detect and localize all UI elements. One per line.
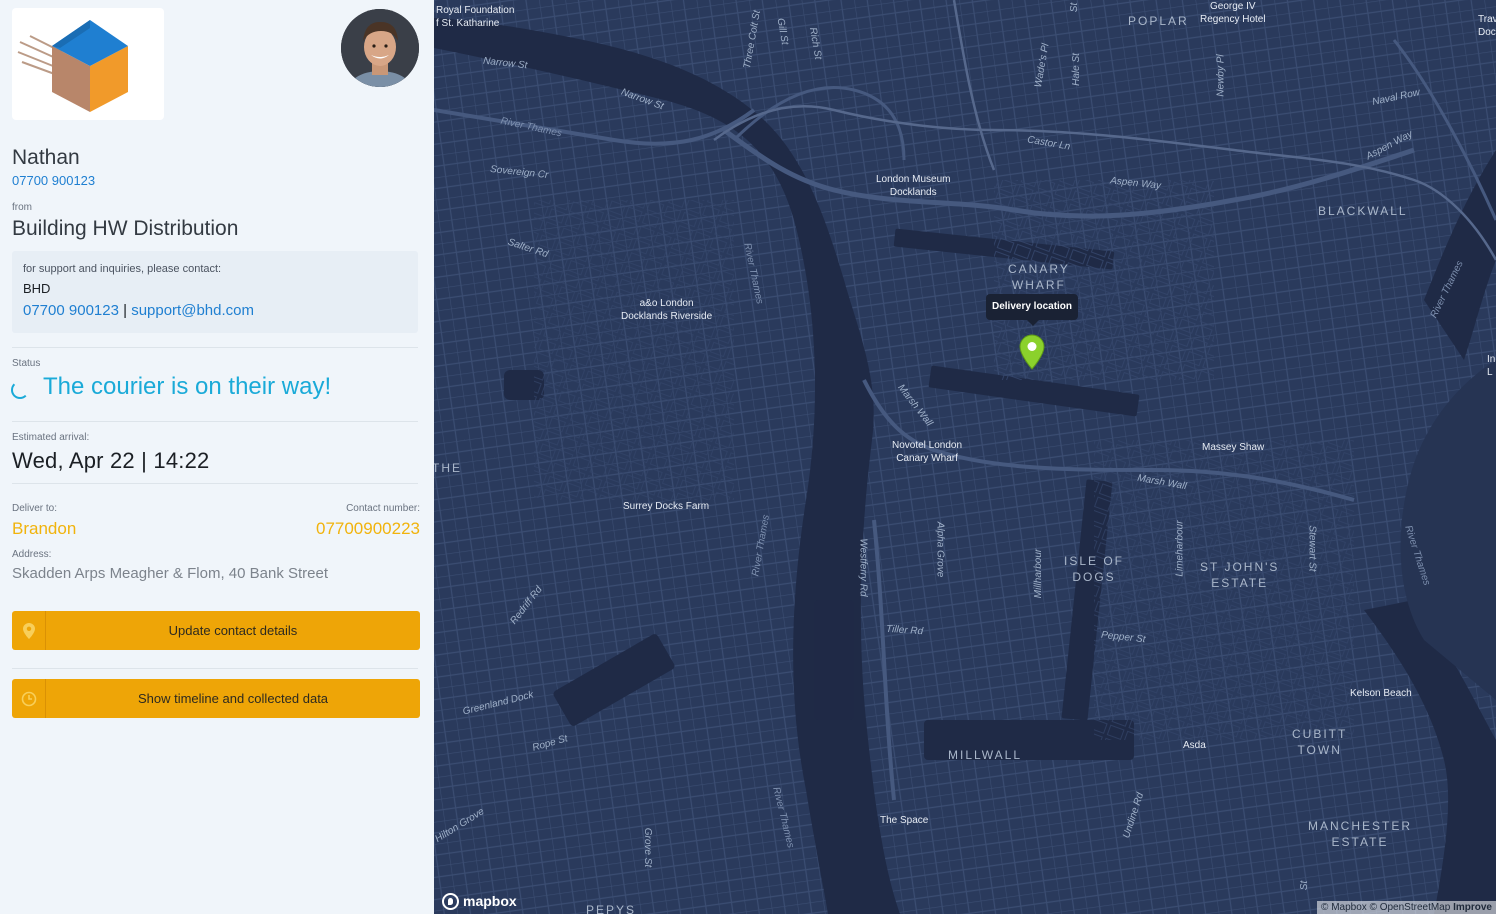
place-label: In L: [1487, 354, 1496, 378]
street-label: Millharbour: [1033, 548, 1045, 599]
company-logo: [12, 8, 164, 120]
divider: [12, 347, 418, 348]
place-label: Royal Foundation f St. Katharine: [436, 5, 515, 29]
street-label: Stewart St: [1306, 525, 1318, 572]
support-company: BHD: [23, 281, 51, 296]
street-label: Newby Pl: [1215, 54, 1227, 97]
update-contact-label: Update contact details: [168, 623, 298, 638]
address-value: Skadden Arps Meagher & Flom, 40 Bank Str…: [12, 565, 329, 582]
area-label: MILLWALL: [948, 748, 1023, 762]
box-logo-icon: [17, 20, 128, 112]
divider: [12, 421, 418, 422]
divider: [12, 483, 418, 484]
divider: [12, 668, 418, 669]
show-timeline-label: Show timeline and collected data: [137, 691, 329, 706]
tracking-panel: Nathan 07700 900123 from Building HW Dis…: [0, 0, 434, 914]
courier-name: Nathan: [12, 146, 80, 169]
support-note: for support and inquiries, please contac…: [23, 263, 222, 275]
spinner-icon: [11, 381, 29, 399]
contact-number-label: Contact number:: [346, 503, 420, 514]
map-pin-icon[interactable]: [1019, 334, 1045, 370]
area-label: CANARY WHARF: [1008, 262, 1070, 292]
osm-attribution-link[interactable]: © OpenStreetMap: [1370, 902, 1451, 913]
area-label: PEPYS: [586, 903, 637, 914]
place-label: The Space: [880, 815, 929, 826]
eta-label: Estimated arrival:: [12, 432, 90, 443]
address-label: Address:: [12, 549, 52, 560]
map-canvas[interactable]: [434, 0, 1496, 914]
mapbox-icon: [442, 892, 459, 910]
sender-company-name: Building HW Distribution: [12, 217, 239, 240]
street-label: Alpha Grove: [934, 521, 946, 578]
place-label: Asda: [1183, 740, 1206, 751]
area-label: MANCHESTER ESTATE: [1308, 819, 1413, 849]
status-text: The courier is on their way!: [43, 373, 332, 400]
street-label: Westferry Rd: [857, 538, 869, 597]
pin-icon: [12, 611, 46, 650]
update-contact-button[interactable]: Update contact details: [12, 611, 420, 650]
place-label: London Museum Docklands: [876, 174, 951, 198]
street-label: Limeharbour: [1174, 520, 1186, 577]
support-links: 07700 900123 | support@bhd.com: [23, 302, 407, 319]
area-label: POPLAR: [1128, 14, 1189, 28]
place-label: Massey Shaw: [1202, 442, 1265, 453]
courier-avatar: [341, 9, 419, 87]
support-phone-link[interactable]: 07700 900123: [23, 302, 119, 319]
place-label: George IV Regency Hotel: [1200, 1, 1266, 25]
area-label: CUBITT TOWN: [1292, 727, 1348, 757]
deliver-to-label: Deliver to:: [12, 503, 58, 514]
person-avatar-icon: [341, 9, 419, 87]
mapbox-logo[interactable]: mapbox: [442, 891, 517, 911]
map-attribution: © Mapbox © OpenStreetMap Improve: [1317, 901, 1496, 914]
street-label: St: [1069, 2, 1081, 13]
mapbox-wordmark: mapbox: [463, 893, 517, 909]
support-separator: |: [123, 302, 128, 319]
area-label: BLACKWALL: [1318, 204, 1408, 218]
street-label: St: [1299, 880, 1311, 891]
place-label: Kelson Beach: [1350, 688, 1412, 699]
area-label: ISLE OF DOGS: [1064, 554, 1125, 584]
clock-icon: [12, 679, 46, 718]
mapbox-attribution-link[interactable]: © Mapbox: [1321, 902, 1367, 913]
eta-value: Wed, Apr 22 | 14:22: [12, 448, 210, 473]
show-timeline-button[interactable]: Show timeline and collected data: [12, 679, 420, 718]
place-label: Trav Doc: [1478, 14, 1496, 38]
place-label: Novotel London Canary Wharf: [892, 440, 963, 464]
street-label: Grove St: [642, 827, 654, 868]
area-label: ST JOHN'S ESTATE: [1200, 560, 1280, 590]
delivery-location-tooltip: Delivery location: [986, 294, 1078, 326]
area-label: THE: [434, 461, 462, 475]
improve-map-link[interactable]: Improve: [1453, 902, 1492, 913]
support-contact-box: for support and inquiries, please contac…: [12, 251, 418, 333]
street-label: Hale St: [1070, 53, 1082, 86]
place-label: Surrey Docks Farm: [623, 501, 710, 512]
place-label: a&o London Docklands Riverside: [621, 298, 713, 322]
support-email-link[interactable]: support@bhd.com: [131, 302, 254, 319]
from-label: from: [12, 202, 32, 213]
courier-phone-link[interactable]: 07700 900123: [12, 173, 95, 188]
recipient-name: Brandon: [12, 519, 77, 538]
status-label: Status: [12, 358, 41, 369]
contact-number-value[interactable]: 07700900223: [316, 519, 420, 539]
delivery-map[interactable]: POPLAR BLACKWALL CANARY WHARF THE ISLE OF…: [434, 0, 1496, 914]
